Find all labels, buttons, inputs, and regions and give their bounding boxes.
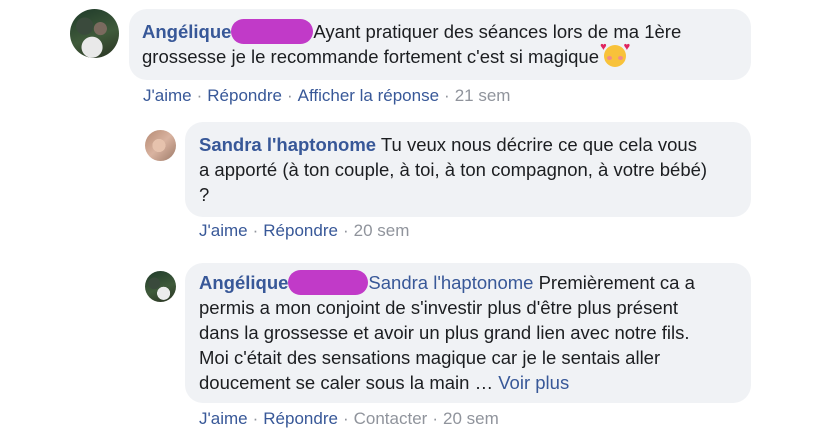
comment-text-line: Moi c'était des sensations magique car j… — [199, 347, 661, 368]
comment-text-line: dans la grossesse et avoir un plus grand… — [199, 322, 690, 343]
smiling-face-with-hearts-icon: ♥ ♥ — [600, 42, 630, 67]
timestamp-link[interactable]: 21 sem — [455, 86, 511, 105]
comment-text-line: grossesse je le recommande fortement c'e… — [142, 41, 631, 67]
comment-actions: J'aime · Répondre · Contacter · 20 sem — [199, 409, 499, 429]
comment-text-line: a apporté (à ton couple, à toi, à ton co… — [199, 159, 708, 180]
separator-dot: · — [252, 221, 259, 240]
avatar[interactable] — [145, 130, 176, 161]
reply-link[interactable]: Répondre — [263, 221, 338, 240]
like-link[interactable]: J'aime — [199, 409, 248, 428]
reply-link[interactable]: Répondre — [207, 86, 282, 105]
redaction-mark — [288, 270, 369, 295]
avatar[interactable] — [145, 271, 176, 302]
show-reply-link[interactable]: Afficher la réponse — [298, 86, 439, 105]
separator-dot: · — [432, 409, 438, 428]
reply-link[interactable]: Répondre — [263, 409, 338, 428]
timestamp-link[interactable]: 20 sem — [443, 409, 499, 428]
comment-text: Angélique Ayant pratiquer des séances lor… — [142, 19, 682, 44]
reply-bubble: Angélique Sandra l'haptonome Premièrement… — [185, 263, 751, 403]
comment-actions: J'aime · Répondre · 20 sem — [199, 221, 409, 241]
like-link[interactable]: J'aime — [199, 221, 248, 240]
mention-link[interactable]: Sandra l'haptonome — [368, 272, 533, 293]
separator-dot: · — [342, 409, 349, 428]
comment-text-line: permis a mon conjoint de s'investir plus… — [199, 297, 679, 318]
comment-author[interactable]: Angélique — [199, 272, 288, 293]
like-link[interactable]: J'aime — [143, 86, 192, 105]
comment-author[interactable]: Sandra l'haptonome — [199, 134, 376, 155]
comment-text: Angélique Sandra l'haptonome Premièrement… — [199, 270, 695, 295]
reply-bubble: Sandra l'haptonome Tu veux nous décrire … — [185, 122, 751, 217]
comment-bubble: Angélique Ayant pratiquer des séances lor… — [129, 9, 751, 80]
contact-link[interactable]: Contacter — [354, 409, 428, 428]
heart-icon: ♥ — [600, 41, 607, 53]
comment-text-line: doucement se caler sous la main … Voir p… — [199, 372, 570, 393]
comment-author[interactable]: Angélique — [142, 21, 231, 42]
separator-dot: · — [252, 409, 259, 428]
comment-text-line: ? — [199, 184, 210, 205]
comment-text: Sandra l'haptonome Tu veux nous décrire … — [199, 134, 697, 155]
separator-dot: · — [196, 86, 203, 105]
avatar[interactable] — [70, 9, 119, 58]
separator-dot: · — [286, 86, 293, 105]
see-more-link[interactable]: Voir plus — [498, 372, 569, 393]
separator-dot: · — [444, 86, 450, 105]
redaction-mark — [231, 19, 314, 44]
comment-actions: J'aime · Répondre · Afficher la réponse · 21 s… — [143, 86, 510, 106]
heart-icon: ♥ — [623, 41, 631, 53]
timestamp-link[interactable]: 20 sem — [354, 221, 410, 240]
separator-dot: · — [342, 221, 349, 240]
